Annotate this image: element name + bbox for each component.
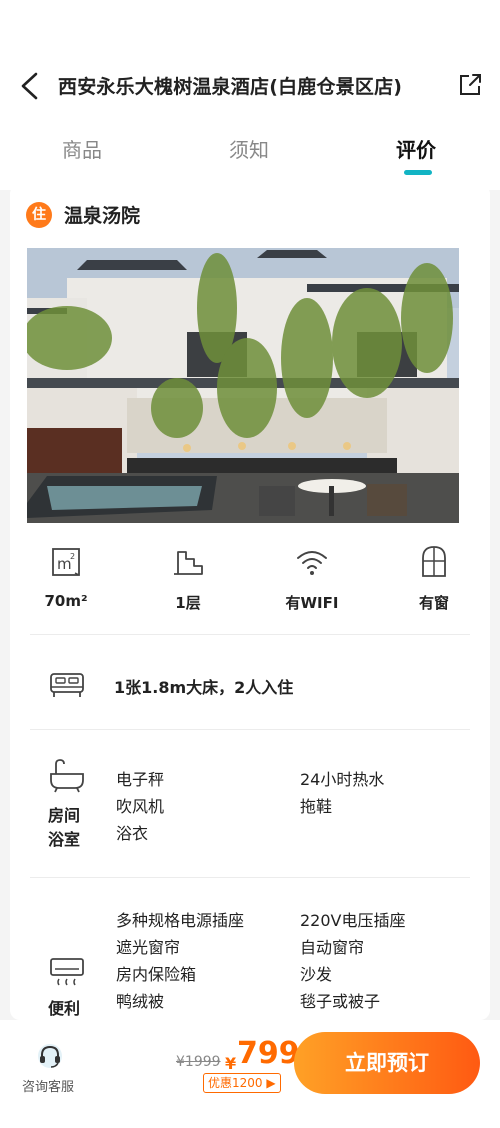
room-facts: m 2 70m² 1层 有WIFI 有窗 — [10, 544, 490, 634]
divider — [30, 877, 470, 878]
bathroom-section: 房间浴室 电子秤 24小时热水 吹风机 拖鞋 浴衣 — [10, 754, 490, 864]
booking-bar: 咨询客服 ¥1999 ¥ 799 优惠1200 ▶ 立即预订 — [0, 1020, 500, 1128]
back-arrow-icon[interactable] — [16, 70, 44, 102]
amenity-item: 拖鞋 — [300, 797, 333, 816]
customer-service-label[interactable]: 咨询客服 — [22, 1076, 74, 1095]
headset-icon[interactable] — [36, 1042, 64, 1070]
price-currency: ¥ — [225, 1054, 237, 1073]
amenity-item: 沙发 — [300, 965, 333, 984]
fact-area-label: 70m² — [44, 592, 88, 610]
room-detail-card: 住 温泉汤院 m 2 70m² 1层 有WIFI 有窗 1张1.8m大床，2人入… — [10, 184, 490, 1020]
amenity-item: 自动窗帘 — [300, 938, 365, 957]
bed-info-row: 1张1.8m大床，2人入住 — [10, 654, 490, 714]
discount-badge[interactable]: 优惠1200 ▶ — [203, 1073, 281, 1093]
tab-reviews[interactable]: 评价 — [396, 134, 436, 163]
amenity-item: 房内保险箱 — [116, 965, 197, 984]
current-price: 799 — [237, 1036, 300, 1071]
fact-wifi: 有WIFI — [267, 544, 357, 613]
window-icon — [422, 546, 446, 577]
area-icon: m 2 — [52, 548, 80, 576]
amenity-item: 毯子或被子 — [300, 992, 381, 1011]
amenity-item: 24小时热水 — [300, 770, 385, 789]
tab-notice[interactable]: 须知 — [229, 134, 269, 163]
svg-text:2: 2 — [70, 552, 75, 561]
fact-floor: 1层 — [143, 544, 233, 613]
floor-stairs-icon — [174, 551, 203, 575]
wifi-icon — [297, 551, 327, 575]
amenity-item: 浴衣 — [116, 824, 149, 843]
amenity-item: 多种规格电源插座 — [116, 911, 245, 930]
amenity-item: 鸭绒被 — [116, 992, 165, 1011]
room-photo[interactable] — [27, 248, 459, 523]
share-icon[interactable] — [456, 71, 484, 99]
active-tab-indicator — [404, 170, 432, 175]
fact-area: m 2 70m² — [21, 544, 111, 610]
hotel-title: 西安永乐大槐树温泉酒店(白鹿仓景区店) — [58, 76, 403, 98]
fact-window-label: 有窗 — [418, 594, 449, 612]
bathtub-icon — [50, 759, 84, 793]
convenience-label: 便利 — [48, 999, 81, 1018]
divider — [30, 729, 470, 730]
air-conditioner-icon — [50, 958, 84, 986]
fact-window: 有窗 — [389, 544, 479, 613]
convenience-section: 便利 多种规格电源插座 220V电压插座 遮光窗帘 自动窗帘 房内保险箱 沙发 … — [10, 899, 490, 1020]
amenity-item: 吹风机 — [116, 797, 165, 816]
bed-description: 1张1.8m大床，2人入住 — [114, 678, 294, 697]
fact-floor-label: 1层 — [175, 594, 201, 612]
divider — [30, 634, 470, 635]
tab-bar: 商品 须知 评价 — [0, 130, 500, 176]
stay-badge: 住 — [26, 202, 52, 228]
amenity-item: 电子秤 — [116, 770, 165, 789]
header: 西安永乐大槐树温泉酒店(白鹿仓景区店) 商品 须知 评价 — [0, 0, 500, 190]
amenity-item: 220V电压插座 — [300, 911, 406, 930]
book-now-button[interactable]: 立即预订 — [294, 1032, 480, 1094]
room-name: 温泉汤院 — [64, 205, 141, 227]
amenity-item: 遮光窗帘 — [116, 938, 181, 957]
tab-products[interactable]: 商品 — [62, 134, 102, 163]
bed-icon — [50, 673, 84, 697]
original-price: ¥1999 — [176, 1054, 221, 1070]
fact-wifi-label: 有WIFI — [285, 594, 339, 612]
bathroom-label: 房间浴室 — [48, 806, 81, 849]
